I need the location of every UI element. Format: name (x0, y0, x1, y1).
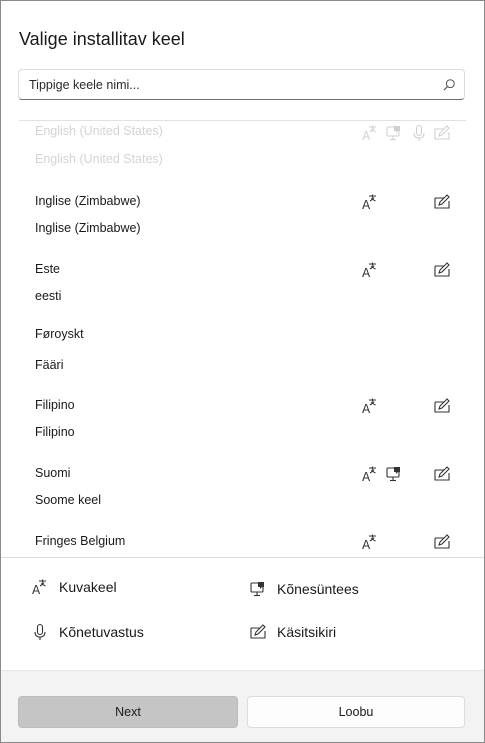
language-native-name: Soome keel (35, 493, 102, 507)
language-row[interactable]: English (United States) English (United … (1, 121, 484, 181)
svg-text:A: A (362, 266, 371, 279)
legend-recognition-label: Kõnetuvastus (59, 624, 144, 640)
legend-recognition: Kõnetuvastus (31, 623, 144, 641)
language-name: Suomi (35, 466, 71, 480)
display-language-icon: A (32, 579, 46, 596)
legend-display-label: Kuvakeel (59, 579, 117, 595)
language-name: English (United States) (35, 124, 163, 138)
handwriting-icon (434, 125, 450, 140)
language-row[interactable]: Este eesti A (1, 257, 484, 323)
handwriting-icon (434, 194, 450, 209)
dialog-footer: Next Loobu (1, 670, 484, 742)
svg-text:A: A (32, 583, 41, 596)
handwriting-icon (434, 466, 450, 481)
next-button[interactable]: Next (18, 696, 238, 728)
feature-legend: A Kuvakeel Kõnesüntees Kõnetuvastus Käsi… (1, 558, 484, 670)
language-row[interactable]: Føroyskt Fääri (1, 325, 484, 387)
handwriting-icon (434, 398, 450, 413)
language-row[interactable]: Fringes Belgium A (1, 529, 484, 557)
language-list[interactable]: English (United States) English (United … (1, 121, 484, 557)
language-row[interactable]: Inglise (Zimbabwe) Inglise (Zimbabwe) A (1, 189, 484, 255)
legend-display: A Kuvakeel (31, 578, 117, 596)
search-input[interactable] (19, 70, 419, 99)
text-to-speech-icon (250, 582, 264, 597)
language-name: Filipino (35, 398, 75, 412)
display-language-icon: A (362, 194, 376, 211)
install-language-dialog: Valige installitav keel English (United … (0, 0, 485, 743)
svg-text:A: A (362, 129, 371, 142)
display-language-icon: A (362, 125, 376, 142)
display-language-icon: A (362, 262, 376, 279)
svg-text:A: A (362, 198, 371, 211)
language-name: Fringes Belgium (35, 534, 126, 548)
language-native-name: English (United States) (35, 152, 163, 166)
legend-speech: Kõnesüntees (249, 580, 359, 598)
handwriting-icon (434, 262, 450, 277)
text-to-speech-icon (386, 467, 400, 482)
handwriting-icon (434, 534, 450, 549)
search-box[interactable] (18, 69, 465, 100)
svg-text:A: A (362, 538, 371, 551)
language-native-name: Fääri (35, 358, 64, 372)
language-native-name: Inglise (Zimbabwe) (35, 221, 141, 235)
search-icon[interactable] (442, 78, 456, 92)
legend-handwriting: Käsitsikiri (249, 623, 336, 641)
language-row[interactable]: Suomi Soome keel A (1, 461, 484, 527)
legend-speech-label: Kõnesüntees (277, 581, 359, 597)
microphone-icon (34, 623, 46, 640)
language-name: Este (35, 262, 61, 276)
language-row[interactable]: Filipino Filipino A (1, 393, 484, 459)
handwriting-icon (250, 624, 266, 639)
svg-text:A: A (362, 402, 371, 415)
language-name: Føroyskt (35, 327, 84, 341)
microphone-icon (413, 124, 425, 141)
dialog-title: Valige installitav keel (19, 29, 185, 49)
display-language-icon: A (362, 398, 376, 415)
text-to-speech-icon (386, 126, 400, 141)
display-language-icon: A (362, 466, 376, 483)
svg-text:A: A (362, 470, 371, 483)
language-native-name: Filipino (35, 425, 75, 439)
cancel-button[interactable]: Loobu (247, 696, 465, 728)
language-name: Inglise (Zimbabwe) (35, 194, 141, 208)
language-native-name: eesti (35, 289, 62, 303)
display-language-icon: A (362, 534, 376, 551)
legend-handwriting-label: Käsitsikiri (277, 624, 337, 640)
